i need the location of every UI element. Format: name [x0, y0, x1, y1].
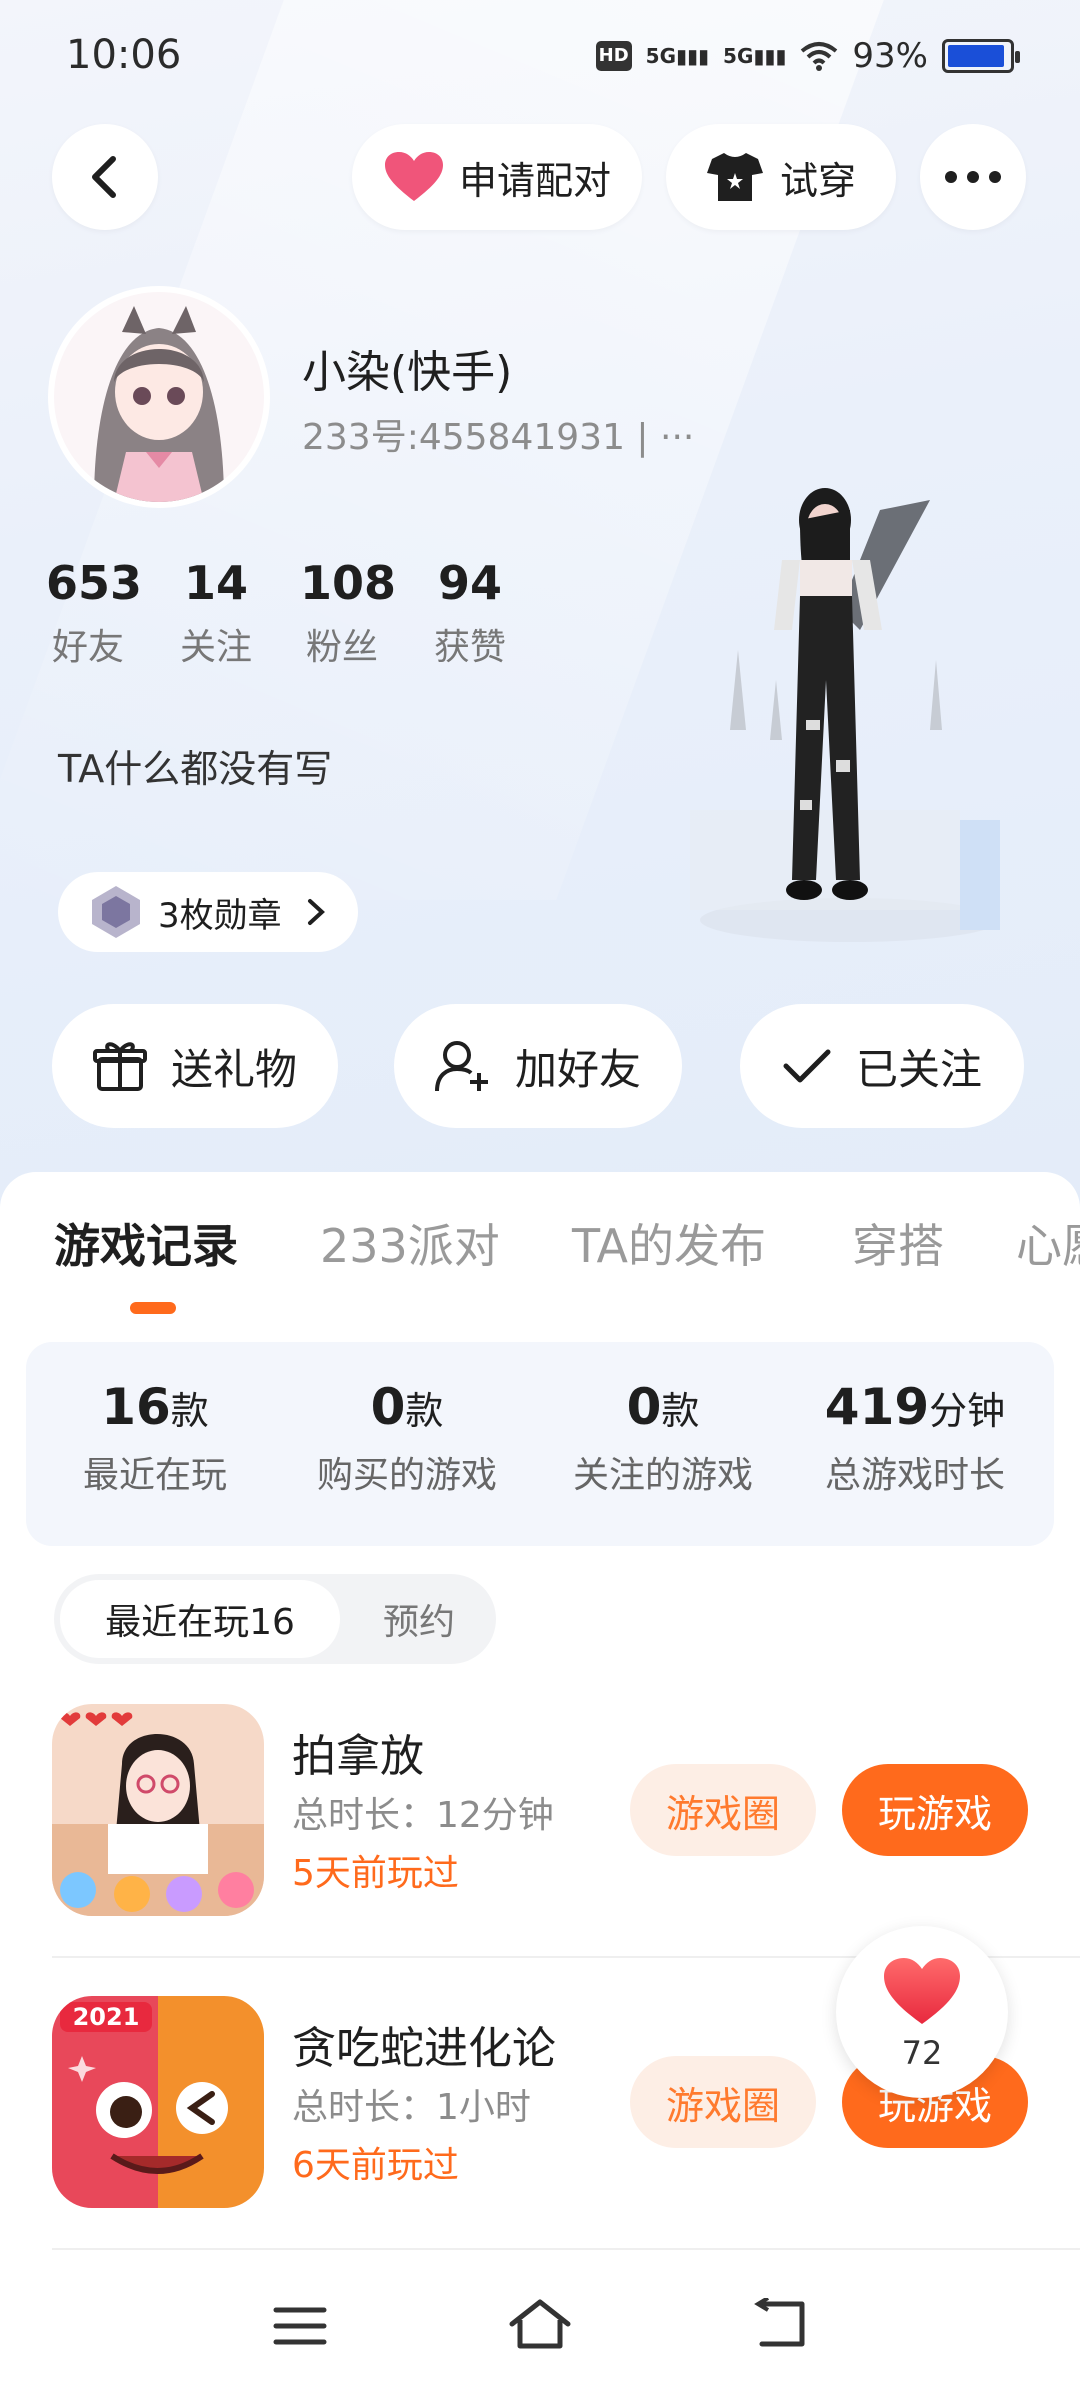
list-item[interactable]: 拍拿放 总时长：12分钟 5天前玩过 游戏圈 玩游戏 — [0, 1700, 1080, 1940]
segment-recent[interactable]: 最近在玩16 — [60, 1580, 340, 1658]
stat-label: 关注 — [179, 627, 252, 668]
pair-request-button[interactable]: 申请配对 — [352, 124, 642, 230]
summary-purchased[interactable]: 0款 购买的游戏 — [304, 1378, 510, 1498]
segment-reserve[interactable]: 预约 — [354, 1574, 484, 1664]
user-id[interactable]: 233号:455841931 | ··· — [302, 408, 694, 460]
summary-value: 0 — [370, 1378, 406, 1436]
play-game-button[interactable]: 玩游戏 — [842, 1764, 1028, 1856]
back-nav-icon[interactable] — [752, 2298, 808, 2350]
game-last-played: 6天前玩过 — [292, 2145, 459, 2186]
game-icon — [52, 1704, 264, 1916]
battery-icon — [942, 39, 1020, 73]
try-on-button[interactable]: 试穿 — [666, 124, 896, 230]
stat-value: 653 — [46, 556, 143, 610]
heart-icon — [384, 152, 443, 201]
tab-indicator — [130, 1302, 176, 1314]
summary-label: 关注的游戏 — [572, 1455, 753, 1496]
tab-outfits[interactable]: 穿搭 — [852, 1210, 944, 1276]
chevron-right-icon — [307, 899, 325, 925]
add-friend-button[interactable]: 加好友 — [394, 1004, 682, 1128]
summary-unit: 款 — [170, 1389, 209, 1433]
game-circle-button[interactable]: 游戏圈 — [630, 1764, 816, 1856]
send-gift-label: 送礼物 — [170, 1044, 297, 1094]
battery-percent: 93% — [852, 36, 928, 76]
tab-wishes[interactable]: 心愿 — [1016, 1210, 1080, 1276]
game-icon-year: 2021 — [73, 2003, 140, 2031]
more-icon — [945, 171, 1001, 183]
avatar-image — [54, 292, 264, 502]
stat-label: 粉丝 — [305, 627, 378, 668]
game-name: 贪吃蛇进化论 — [292, 2023, 556, 2074]
add-user-icon — [434, 1041, 488, 1092]
wifi-icon — [801, 42, 838, 71]
divider — [52, 2248, 1080, 2250]
stat-label: 好友 — [51, 627, 124, 668]
back-button[interactable] — [52, 124, 158, 230]
tab-wishes-label: 心愿 — [1016, 1219, 1080, 1273]
stat-value: 108 — [300, 556, 397, 610]
followed-label: 已关注 — [855, 1044, 982, 1094]
summary-followed-games[interactable]: 0款 关注的游戏 — [560, 1378, 766, 1498]
username: 小染(快手) — [302, 347, 513, 398]
badges-button[interactable]: 3枚勋章 — [58, 872, 358, 952]
summary-unit: 分钟 — [929, 1389, 1006, 1433]
bio-text: TA什么都没有写 — [58, 747, 333, 791]
game-duration: 总时长：1小时 — [292, 2087, 531, 2128]
like-floating-button[interactable]: 72 — [836, 1926, 1008, 2098]
status-bar: 10:06 HD 5G▮▮▮ 5G▮▮▮ 93% — [0, 28, 1080, 88]
heart-icon — [884, 1958, 960, 2024]
send-gift-button[interactable]: 送礼物 — [52, 1004, 338, 1128]
game-name: 拍拿放 — [292, 1731, 424, 1782]
summary-total-time[interactable]: 419分钟 总游戏时长 — [802, 1378, 1028, 1498]
gift-icon — [92, 1042, 147, 1091]
hd-icon: HD — [595, 41, 632, 71]
like-count: 72 — [901, 2034, 943, 2072]
chevron-left-icon — [92, 156, 116, 198]
stat-fans[interactable]: 108 粉丝 — [300, 556, 397, 670]
system-nav-bar — [0, 2270, 1080, 2388]
add-friend-label: 加好友 — [514, 1044, 641, 1094]
menu-icon[interactable] — [272, 2304, 328, 2348]
game-circle-button[interactable]: 游戏圈 — [630, 2056, 816, 2148]
summary-value: 0 — [626, 1378, 662, 1436]
clock: 10:06 — [66, 32, 182, 78]
badges-label: 3枚勋章 — [158, 895, 282, 936]
followed-button[interactable]: 已关注 — [740, 1004, 1024, 1128]
game-summary-card: 16款 最近在玩 0款 购买的游戏 0款 关注的游戏 419分钟 总游戏时长 — [26, 1342, 1054, 1546]
stat-friends[interactable]: 653 好友 — [46, 556, 143, 670]
tab-posts[interactable]: TA的发布 — [572, 1210, 766, 1276]
stat-likes[interactable]: 94 获赞 — [428, 556, 512, 670]
game-last-played: 5天前玩过 — [292, 1853, 459, 1894]
summary-value: 419 — [824, 1378, 930, 1436]
recent-reserve-toggle: 最近在玩16 预约 — [54, 1574, 496, 1664]
summary-unit: 款 — [661, 1389, 700, 1433]
summary-label: 最近在玩 — [82, 1455, 227, 1496]
summary-unit: 款 — [405, 1389, 444, 1433]
summary-label: 总游戏时长 — [824, 1455, 1005, 1496]
home-icon[interactable] — [508, 2298, 572, 2350]
signal-icon-2: 5G▮▮▮ — [723, 44, 787, 68]
stat-following[interactable]: 14 关注 — [174, 556, 258, 670]
stat-value: 94 — [437, 556, 502, 610]
tab-game-records[interactable]: 游戏记录 — [54, 1210, 238, 1276]
more-button[interactable] — [920, 124, 1026, 230]
summary-value: 16 — [101, 1378, 171, 1436]
tshirt-icon — [706, 153, 763, 201]
summary-recent[interactable]: 16款 最近在玩 — [52, 1378, 258, 1498]
tab-bar: 游戏记录 233派对 TA的发布 穿搭 心愿 — [0, 1210, 1080, 1290]
signal-icon: 5G▮▮▮ — [645, 44, 710, 68]
game-icon: 2021 — [52, 1996, 264, 2208]
pair-request-label: 申请配对 — [458, 158, 611, 203]
try-on-label: 试穿 — [779, 158, 856, 203]
stat-label: 获赞 — [433, 627, 506, 668]
check-icon — [783, 1049, 831, 1083]
tab-233-party[interactable]: 233派对 — [320, 1210, 500, 1276]
game-duration: 总时长：12分钟 — [292, 1795, 554, 1836]
avatar-3d-character[interactable] — [660, 480, 1000, 950]
summary-label: 购买的游戏 — [316, 1455, 497, 1496]
stat-value: 14 — [183, 556, 248, 610]
medal-icon — [92, 886, 140, 938]
avatar[interactable] — [48, 286, 270, 508]
